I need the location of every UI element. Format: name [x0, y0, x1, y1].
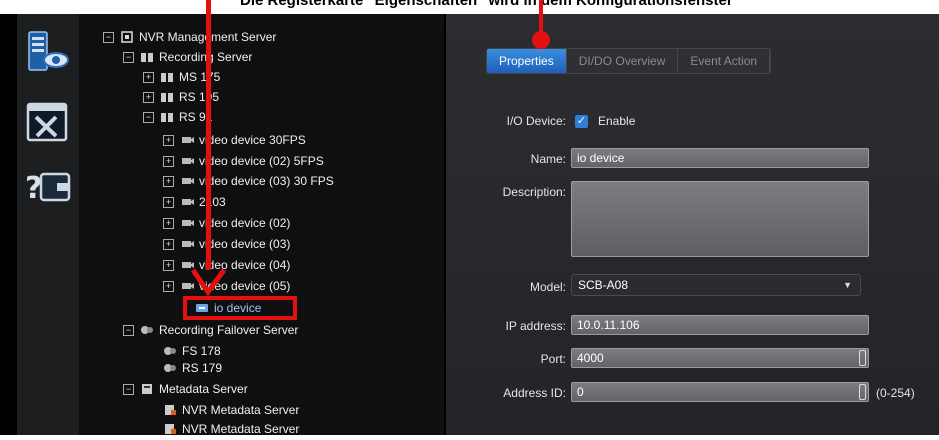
camera-icon [180, 133, 194, 145]
name-label: Name: [530, 152, 566, 166]
tree-node[interactable]: − NVR Management Server [103, 28, 276, 46]
camera-icon [180, 195, 194, 207]
failover-node-icon [163, 344, 177, 356]
port-label: Port: [540, 352, 566, 366]
annotation-arrowhead-icon [190, 268, 227, 297]
tree-node-label: video device (03) [199, 237, 291, 251]
tree-node-label: RS 195 [179, 90, 220, 104]
address-id-field[interactable]: 0 [571, 382, 869, 402]
model-select[interactable]: SCB-A08 ▼ [571, 274, 861, 296]
description-field[interactable] [571, 181, 869, 257]
tree-node[interactable]: − Recording Failover Server [123, 321, 298, 339]
collapse-toggle-icon[interactable]: − [123, 384, 134, 395]
expand-toggle-icon[interactable]: + [163, 197, 174, 208]
ip-address-label: IP address: [505, 319, 566, 333]
server-node-icon [160, 70, 174, 82]
metadata-node-icon [163, 403, 177, 415]
expand-toggle-icon[interactable]: + [163, 156, 174, 167]
tree-node-label: RS 179 [182, 361, 223, 375]
enable-label: Enable [598, 114, 636, 128]
tree-node-label: NVR Metadata Server [182, 422, 300, 436]
camera-icon [180, 216, 194, 228]
server-monitor-icon[interactable] [23, 28, 73, 74]
camera-icon [180, 154, 194, 166]
port-value: 4000 [577, 351, 604, 365]
metadata-server-icon [140, 382, 154, 394]
tree-node-label: Recording Failover Server [159, 323, 299, 337]
port-field[interactable]: 4000 [571, 348, 869, 368]
tree-node-label: video device (02) [199, 216, 291, 230]
collapse-toggle-icon[interactable]: − [123, 52, 134, 63]
annotation-arrow-shaft [206, 0, 211, 270]
address-id-label: Address ID: [503, 386, 566, 400]
tree-node[interactable]: FS 178 [163, 342, 221, 360]
expand-toggle-icon[interactable]: + [163, 135, 174, 146]
left-icon-rail: ? [17, 14, 79, 435]
tree-node-label: FS 178 [182, 344, 221, 358]
metadata-node-icon [163, 422, 177, 434]
server-node-icon [160, 90, 174, 102]
tree-node[interactable]: NVR Metadata Server [163, 401, 299, 419]
enable-checkbox[interactable]: ✓ [575, 115, 588, 128]
camera-icon [180, 174, 194, 186]
tree-node[interactable]: − Metadata Server [123, 380, 248, 398]
tree-node[interactable]: NVR Metadata Server [163, 420, 299, 438]
model-label: Model: [529, 280, 566, 294]
expand-toggle-icon[interactable]: + [163, 260, 174, 271]
tree-node[interactable]: + video device (03) 30 FPS [163, 172, 334, 190]
address-range-hint: (0-254) [876, 386, 915, 400]
nvr-server-icon [120, 30, 134, 43]
spinner-icon[interactable] [859, 384, 866, 400]
annotation-caption: Die Registerkarte "Eigenschaften" wird i… [240, 0, 733, 9]
tree-node-label: video device (02) 5FPS [199, 154, 324, 168]
properties-panel: Properties DI/DO Overview Event Action I… [446, 14, 939, 435]
recording-server-icon [140, 50, 154, 62]
expand-toggle-icon[interactable]: + [143, 92, 154, 103]
address-id-value: 0 [577, 385, 584, 399]
tree-node[interactable]: + video device (03) [163, 235, 290, 253]
expand-toggle-icon[interactable]: + [163, 176, 174, 187]
failover-node-icon [163, 361, 177, 373]
tree-node-label: NVR Metadata Server [182, 403, 300, 417]
name-field[interactable]: io device [571, 148, 869, 168]
expand-toggle-icon[interactable]: + [163, 281, 174, 292]
collapse-toggle-icon[interactable]: − [103, 32, 114, 43]
tools-window-icon[interactable] [23, 100, 73, 146]
expand-toggle-icon[interactable]: + [143, 72, 154, 83]
expand-toggle-icon[interactable]: + [163, 239, 174, 250]
server-tree: − NVR Management Server − Recording Server… [79, 14, 444, 438]
collapse-toggle-icon[interactable]: − [143, 112, 154, 123]
tree-node[interactable]: + video device (02) 5FPS [163, 152, 324, 170]
tree-node[interactable]: + video device 30FPS [163, 131, 306, 149]
tree-node[interactable]: +2103 [163, 193, 226, 211]
annotation-dot-icon [532, 31, 550, 49]
tree-node-label: 2103 [199, 195, 226, 209]
collapse-toggle-icon[interactable]: − [123, 325, 134, 336]
tab-di-do-overview[interactable]: DI/DO Overview [567, 49, 679, 73]
failover-server-icon [140, 323, 154, 335]
spinner-icon[interactable] [859, 350, 866, 366]
tree-node-label: video device 30FPS [199, 133, 306, 147]
tree-node-label: MS 175 [179, 70, 221, 84]
description-label: Description: [502, 185, 566, 199]
chevron-down-icon: ▼ [843, 280, 852, 290]
io-device-label: I/O Device: [506, 114, 566, 128]
model-select-value: SCB-A08 [578, 278, 629, 292]
tree-node[interactable]: + video device (02) [163, 214, 290, 232]
tree-node-label: Metadata Server [159, 382, 248, 396]
nvr-config-window: ? − NVR Management Server − Recording Serv… [0, 0, 939, 438]
tab-event-action[interactable]: Event Action [678, 49, 771, 73]
camera-icon [180, 237, 194, 249]
tree-node[interactable]: − RS 91 [143, 108, 212, 126]
tree-node[interactable]: − Recording Server [123, 48, 252, 66]
tree-node[interactable]: RS 179 [163, 359, 222, 377]
server-node-icon [160, 110, 174, 122]
ip-address-field[interactable]: 10.0.11.106 [571, 315, 869, 335]
help-wallet-icon[interactable]: ? [23, 162, 73, 208]
expand-toggle-icon[interactable]: + [163, 218, 174, 229]
tree-node-label: video device (03) 30 FPS [199, 174, 334, 188]
